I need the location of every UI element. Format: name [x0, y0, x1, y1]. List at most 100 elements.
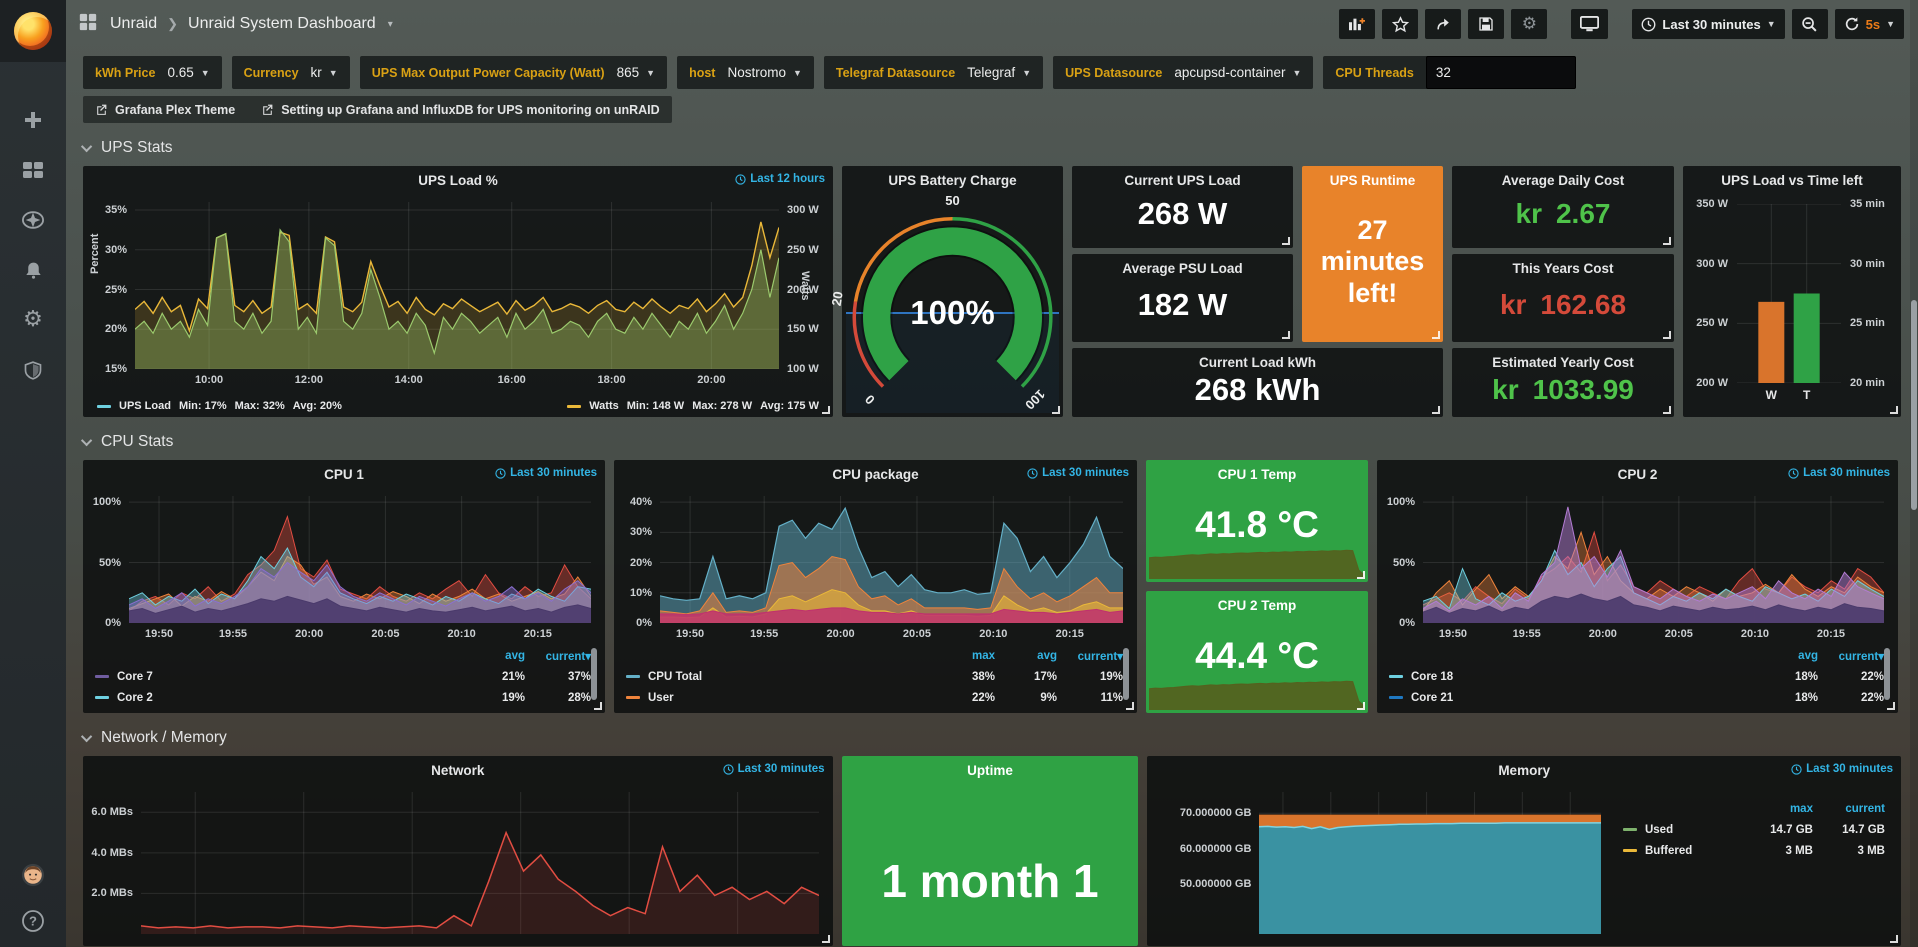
stat-value: 44.4 °C — [1146, 635, 1368, 677]
breadcrumb-app[interactable]: Unraid — [110, 15, 157, 33]
variable-value-dropdown[interactable]: Nostromo▼ — [727, 65, 801, 80]
stat-value: kr2.67 — [1516, 188, 1611, 248]
cost-value: 1033.99 — [1533, 374, 1634, 406]
help-icon[interactable]: ? — [21, 909, 45, 933]
panel-title[interactable]: Estimated Yearly Cost — [1492, 348, 1634, 370]
panel-cpu2-temp: CPU 2 Temp 44.4 °C — [1146, 591, 1368, 713]
legend-series[interactable]: User — [626, 692, 933, 704]
graph-legend: maxcurrent Used 14.7 GB14.7 GB Buffered … — [1623, 798, 1885, 861]
panel-title[interactable]: This Years Cost — [1512, 254, 1613, 276]
variable-label: kWh Price — [95, 66, 155, 80]
time-range-label: Last 30 minutes — [1662, 17, 1760, 32]
cpu2-graph[interactable]: 100%50%0%19:5019:5520:0020:0520:1020:15 — [1423, 496, 1884, 623]
cpu-threads-input[interactable] — [1426, 56, 1576, 89]
legend-series[interactable]: Core 2 — [95, 692, 463, 704]
variable-ups-max-power: UPS Max Output Power Capacity (Watt) 865… — [360, 56, 667, 89]
admin-shield-icon[interactable] — [21, 358, 45, 382]
variable-value-dropdown[interactable]: 865▼ — [617, 65, 655, 80]
grafana-logo[interactable] — [0, 0, 66, 62]
stat-value: 1 month 1 — [842, 854, 1139, 908]
panel-title[interactable]: UPS Battery Charge — [842, 166, 1063, 188]
cycle-view-button[interactable] — [1571, 9, 1608, 39]
panel-title[interactable]: Network — [83, 756, 833, 778]
legend-item-watts[interactable]: Watts Min: 148 W Max: 278 W Avg: 175 W — [567, 400, 819, 412]
sort-column[interactable]: current▾ — [1818, 649, 1884, 663]
panel-title[interactable]: UPS Load vs Time left — [1683, 166, 1901, 188]
scrollbar-thumb[interactable] — [1911, 300, 1917, 510]
row-header-network-memory[interactable]: Network / Memory — [66, 726, 1918, 750]
alerting-icon[interactable] — [21, 258, 45, 282]
panel-title[interactable]: Current Load kWh — [1199, 348, 1316, 370]
star-button[interactable] — [1382, 9, 1418, 39]
panel-uptime: Uptime 1 month 1 — [842, 756, 1139, 946]
network-graph[interactable]: 6.0 MBs4.0 MBs2.0 MBs — [141, 792, 819, 934]
breadcrumb-dashboard-title[interactable]: Unraid System Dashboard — [188, 15, 376, 33]
navbar: Unraid ❯ Unraid System Dashboard ▾ ⚙ — [66, 0, 1918, 48]
settings-button[interactable]: ⚙ — [1511, 9, 1547, 39]
dashboards-icon[interactable] — [21, 158, 45, 182]
legend-scrollbar[interactable] — [591, 648, 597, 700]
legend-item-ups-load[interactable]: UPS Load Min: 17% Max: 32% Avg: 20% — [97, 400, 342, 412]
panel-title[interactable]: Average Daily Cost — [1502, 166, 1625, 188]
dashboard-grid-icon[interactable] — [78, 12, 98, 37]
ups-load-graph[interactable]: 35%30%25%20%15%300 W250 W200 W150 W100 W… — [135, 202, 779, 369]
graph-legend: maxavgcurrent▾ CPU Total 38%17%19% User … — [626, 645, 1123, 708]
panel-time-override[interactable]: Last 30 minutes — [1791, 763, 1893, 775]
panel-time-override[interactable]: Last 30 minutes — [723, 763, 825, 775]
legend-series[interactable]: Core 18 — [1389, 671, 1756, 683]
zoom-out-button[interactable] — [1792, 9, 1828, 39]
variable-value-dropdown[interactable]: kr▼ — [311, 65, 338, 80]
panel-time-override[interactable]: Last 30 minutes — [1027, 467, 1129, 479]
configuration-icon[interactable]: ⚙ — [21, 308, 45, 332]
panel-time-override[interactable]: Last 30 minutes — [495, 467, 597, 479]
row-header-cpu-stats[interactable]: CPU Stats — [66, 430, 1918, 454]
load-vs-time-bar-chart[interactable]: WT350 W300 W250 W200 W35 min30 min25 min… — [1737, 204, 1841, 383]
variable-ups-datasource: UPS Datasource apcupsd-container▼ — [1053, 56, 1313, 89]
share-button[interactable] — [1425, 9, 1461, 39]
legend-series[interactable]: Core 21 — [1389, 692, 1756, 704]
series-color-dash — [626, 675, 640, 678]
panel-title[interactable]: CPU 2 Temp — [1146, 591, 1368, 613]
row-header-ups-stats[interactable]: UPS Stats — [66, 136, 1918, 160]
legend-series[interactable]: Core 7 — [95, 671, 463, 683]
legend-series[interactable]: Buffered — [1623, 845, 1741, 857]
panel-title[interactable]: CPU 1 Temp — [1146, 460, 1368, 482]
memory-graph[interactable]: 70.000000 GB60.000000 GB50.000000 GB — [1259, 792, 1601, 934]
variable-value-dropdown[interactable]: Telegraf▼ — [967, 65, 1031, 80]
sort-column[interactable]: current▾ — [525, 649, 591, 663]
panel-time-override[interactable]: Last 30 minutes — [1788, 467, 1890, 479]
explore-icon[interactable] — [21, 208, 45, 232]
legend-scrollbar[interactable] — [1123, 648, 1129, 700]
panel-title[interactable]: Memory — [1147, 756, 1901, 778]
dashboard-caret-icon[interactable]: ▾ — [388, 19, 393, 30]
series-color-dash — [1623, 828, 1637, 831]
variable-value-dropdown[interactable]: apcupsd-container▼ — [1174, 65, 1301, 80]
add-panel-button[interactable] — [1339, 9, 1375, 39]
save-button[interactable] — [1468, 9, 1504, 39]
time-range-picker[interactable]: Last 30 minutes ▼ — [1632, 9, 1784, 39]
sort-column[interactable]: current▾ — [1057, 649, 1123, 663]
refresh-button[interactable]: 5s ▼ — [1835, 9, 1904, 39]
panel-time-override[interactable]: Last 12 hours — [735, 173, 825, 185]
link-grafana-plex-theme[interactable]: Grafana Plex Theme — [95, 103, 235, 117]
cpu-package-graph[interactable]: 40%30%20%10%0%19:5019:5520:0020:0520:102… — [660, 496, 1123, 623]
legend-scrollbar[interactable] — [1884, 648, 1890, 700]
panel-title[interactable]: Uptime — [842, 756, 1139, 778]
dashboard-links: Grafana Plex Theme Setting up Grafana an… — [83, 96, 672, 123]
panel-title[interactable]: UPS Runtime — [1330, 166, 1416, 188]
cost-value: 2.67 — [1556, 198, 1611, 230]
temp-sparkline — [1149, 676, 1365, 710]
variable-value-dropdown[interactable]: 0.65▼ — [167, 65, 209, 80]
panel-title[interactable]: Average PSU Load — [1122, 254, 1242, 276]
cpu1-graph[interactable]: 100%50%0%19:5019:5520:0020:0520:1020:15 — [129, 496, 591, 623]
page-scrollbar[interactable] — [1910, 0, 1918, 947]
panel-title[interactable]: Current UPS Load — [1124, 166, 1240, 188]
legend-series[interactable]: CPU Total — [626, 671, 933, 683]
variable-kwh-price: kWh Price 0.65▼ — [83, 56, 222, 89]
panel-memory: Memory Last 30 minutes 70.000000 GB60.00… — [1147, 756, 1901, 946]
link-ups-monitoring-guide[interactable]: Setting up Grafana and InfluxDB for UPS … — [261, 103, 659, 117]
user-avatar[interactable] — [21, 863, 45, 887]
legend-series[interactable]: Used — [1623, 824, 1741, 836]
panel-title[interactable]: UPS Load % — [83, 166, 833, 188]
create-icon[interactable] — [21, 108, 45, 132]
